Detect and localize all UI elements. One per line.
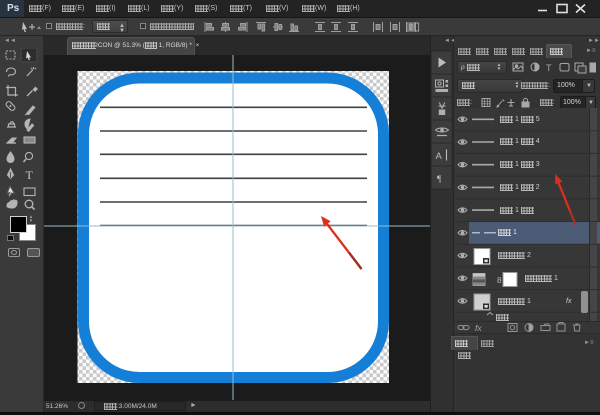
svg-text:T: T: [26, 168, 34, 182]
svg-text:¶: ¶: [437, 175, 442, 185]
svg-text:T: T: [546, 63, 552, 73]
svg-text:8: 8: [497, 276, 502, 285]
svg-text:fx: fx: [475, 323, 482, 333]
svg-text:A: A: [436, 151, 443, 162]
